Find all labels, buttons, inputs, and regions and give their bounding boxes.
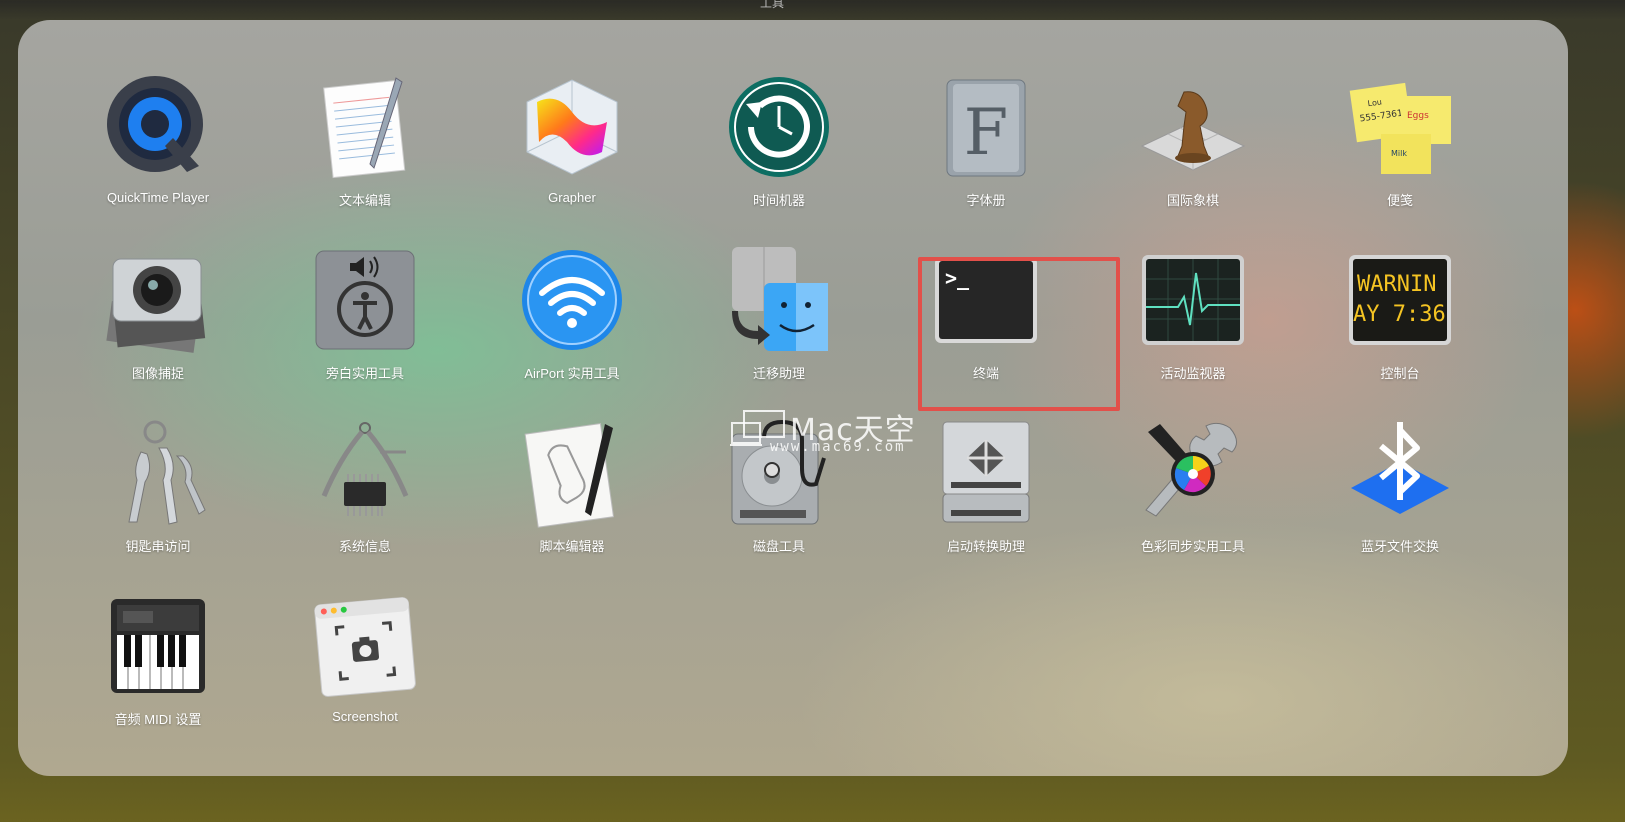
activity-monitor-icon (1138, 245, 1248, 355)
app-boot-camp-assistant[interactable]: 启动转换助理 (886, 418, 1086, 578)
app-label: 活动监视器 (1160, 366, 1226, 381)
app-image-capture[interactable]: 图像捕捉 (58, 245, 258, 405)
app-textedit[interactable]: 文本编辑 (265, 72, 465, 232)
textedit-icon (310, 72, 420, 182)
migration-assistant-icon (724, 245, 834, 355)
script-editor-icon (517, 418, 627, 528)
app-label: 音频 MIDI 设置 (114, 712, 202, 727)
airport-utility-icon (517, 245, 627, 355)
svg-text:WARNIN: WARNIN (1357, 272, 1436, 297)
svg-text:Milk: Milk (1391, 149, 1407, 158)
app-colorsync-utility[interactable]: 色彩同步实用工具 (1093, 418, 1293, 578)
audio-midi-setup-icon (103, 591, 213, 701)
app-label: 系统信息 (338, 539, 391, 554)
app-label: 色彩同步实用工具 (1140, 539, 1245, 554)
app-terminal[interactable]: >_ 终端 (886, 245, 1086, 405)
colorsync-utility-icon (1138, 418, 1248, 528)
app-label: 控制台 (1380, 366, 1420, 381)
app-label: AirPort 实用工具 (524, 366, 620, 381)
folder-title: 工具 (760, 0, 785, 10)
app-label: 迁移助理 (752, 366, 805, 381)
app-console[interactable]: WARNIN AY 7:36 控制台 (1300, 245, 1500, 405)
quicktime-icon (103, 72, 213, 182)
app-label: 磁盘工具 (752, 539, 805, 554)
svg-text:AY 7:36: AY 7:36 (1353, 302, 1446, 327)
app-screenshot[interactable]: Screenshot (265, 591, 465, 751)
app-label: 脚本编辑器 (539, 539, 605, 554)
app-activity-monitor[interactable]: 活动监视器 (1093, 245, 1293, 405)
app-label: Screenshot (332, 709, 398, 724)
voiceover-utility-icon (310, 245, 420, 355)
app-label: Grapher (548, 190, 596, 205)
bluetooth-file-exchange-icon (1345, 418, 1455, 528)
app-font-book[interactable]: F 字体册 (886, 72, 1086, 232)
app-script-editor[interactable]: 脚本编辑器 (472, 418, 672, 578)
app-bluetooth-file-exchange[interactable]: 蓝牙文件交换 (1300, 418, 1500, 578)
font-book-icon: F (931, 72, 1041, 182)
app-audio-midi-setup[interactable]: 音频 MIDI 设置 (58, 591, 258, 751)
app-label: 图像捕捉 (131, 366, 184, 381)
svg-text:F: F (964, 96, 1008, 170)
app-keychain-access[interactable]: 钥匙串访问 (58, 418, 258, 578)
boot-camp-assistant-icon (931, 418, 1041, 528)
app-migration-assistant[interactable]: 迁移助理 (679, 245, 879, 405)
system-information-icon (310, 418, 420, 528)
app-chess[interactable]: 国际象棋 (1093, 72, 1293, 232)
app-disk-utility[interactable]: 磁盘工具 (679, 418, 879, 578)
svg-text:>_: >_ (945, 266, 970, 290)
terminal-icon: >_ (931, 245, 1041, 355)
app-label: 国际象棋 (1166, 193, 1219, 208)
app-label: QuickTime Player (106, 190, 210, 205)
app-label: 便笺 (1386, 193, 1413, 208)
app-quicktime-player[interactable]: QuickTime Player (58, 72, 258, 232)
app-airport-utility[interactable]: AirPort 实用工具 (472, 245, 672, 405)
stickies-icon: Lou 555-7361 Eggs Milk (1345, 72, 1455, 182)
app-label: 文本编辑 (338, 193, 391, 208)
svg-text:Eggs: Eggs (1407, 111, 1429, 121)
disk-utility-icon (724, 418, 834, 528)
grapher-icon (517, 72, 627, 182)
app-system-information[interactable]: 系统信息 (265, 418, 465, 578)
app-label: 旁白实用工具 (325, 366, 404, 381)
app-voiceover-utility[interactable]: 旁白实用工具 (265, 245, 465, 405)
time-machine-icon (724, 72, 834, 182)
app-label: 终端 (972, 366, 999, 381)
screenshot-icon (310, 591, 420, 701)
app-label: 钥匙串访问 (125, 539, 191, 554)
chess-icon (1138, 72, 1248, 182)
app-label: 字体册 (966, 193, 1006, 208)
keychain-access-icon (103, 418, 213, 528)
app-label: 蓝牙文件交换 (1360, 539, 1439, 554)
app-stickies[interactable]: Lou 555-7361 Eggs Milk 便笺 (1300, 72, 1500, 232)
launchpad-folder: QuickTime Player 文本编辑 Grapher 时间机器 F 字体册… (18, 20, 1568, 776)
image-capture-icon (103, 245, 213, 355)
app-label: 启动转换助理 (946, 539, 1025, 554)
console-icon: WARNIN AY 7:36 (1345, 245, 1455, 355)
app-label: 时间机器 (752, 193, 805, 208)
app-time-machine[interactable]: 时间机器 (679, 72, 879, 232)
app-grapher[interactable]: Grapher (472, 72, 672, 232)
